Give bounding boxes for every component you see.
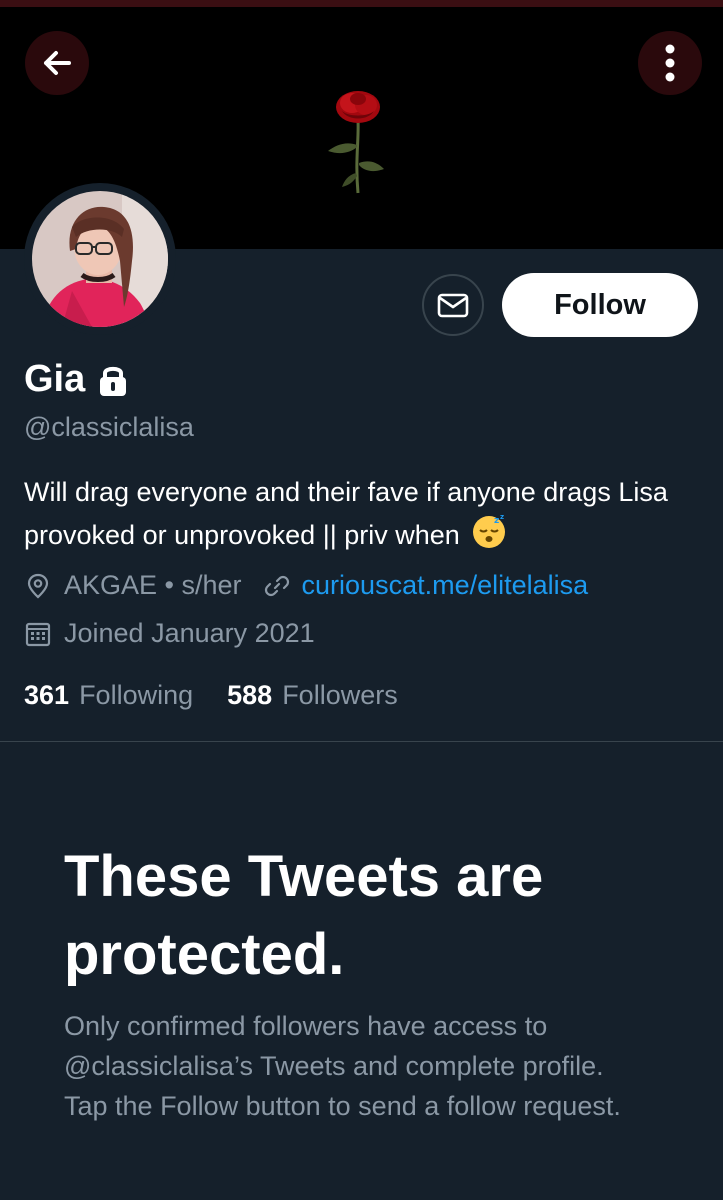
section-divider [0, 741, 723, 742]
follow-button[interactable]: Follow [502, 273, 698, 337]
vertical-dots-icon [665, 44, 675, 82]
more-options-button[interactable] [638, 31, 702, 95]
following-label: Following [79, 680, 194, 710]
following-stat[interactable]: 361 Following [24, 680, 193, 711]
followers-count: 588 [227, 680, 273, 710]
arrow-left-icon [44, 51, 71, 75]
rose-image [328, 91, 384, 194]
link-icon [264, 573, 290, 599]
calendar-icon [24, 620, 52, 648]
followers-stat[interactable]: 588 Followers [227, 680, 398, 711]
protected-tweets-title: These Tweets are protected. [64, 844, 544, 987]
avatar[interactable] [24, 183, 176, 335]
svg-text:z: z [494, 516, 499, 526]
profile-meta-location-row: AKGAE • s/her curiouscat.me/elitelalisa [24, 570, 588, 601]
svg-text:z: z [500, 513, 504, 521]
back-button[interactable] [25, 31, 89, 95]
profile-meta-joined-row: Joined January 2021 [24, 618, 315, 649]
avatar-image [32, 191, 168, 327]
profile-stats: 361 Following 588 Followers [24, 680, 432, 711]
sleeping-face-emoji: z z [471, 513, 507, 561]
profile-handle: @classiclalisa [24, 412, 194, 442]
envelope-icon [437, 293, 469, 318]
bio-text: Will drag everyone and their fave if any… [24, 477, 668, 551]
profile-bio: Will drag everyone and their fave if any… [24, 472, 704, 561]
protected-tweets-message: Only confirmed followers have access to … [64, 1011, 621, 1121]
profile-location: AKGAE • s/her [64, 570, 242, 600]
message-button[interactable] [422, 274, 484, 336]
followers-label: Followers [282, 680, 398, 710]
following-count: 361 [24, 680, 70, 710]
location-pin-icon [24, 572, 52, 600]
profile-joined-date: Joined January 2021 [64, 618, 315, 648]
profile-name-row: Gia [24, 358, 129, 401]
display-name: Gia [24, 358, 86, 400]
lock-icon [97, 363, 129, 397]
top-bar [0, 0, 723, 7]
profile-website-link[interactable]: curiouscat.me/elitelalisa [302, 570, 589, 601]
